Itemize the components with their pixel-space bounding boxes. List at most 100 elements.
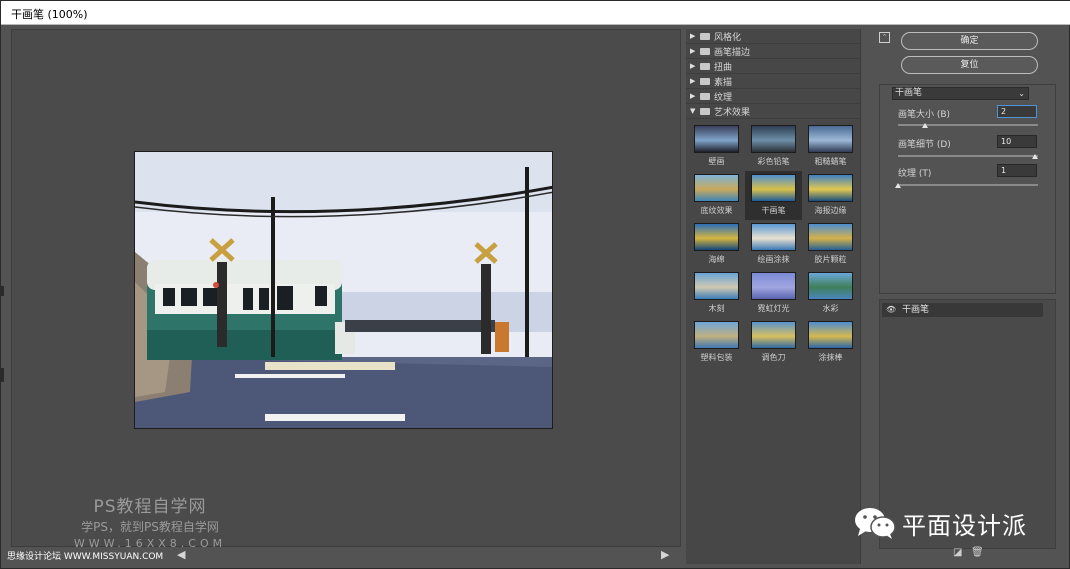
category-stylize[interactable]: ▶ 风格化 <box>686 29 860 44</box>
watermark-line2: 学PS，就到PS教程自学网 <box>81 520 219 534</box>
filter-preview-image <box>694 174 739 202</box>
filter-select-value: 干画笔 <box>895 88 923 98</box>
filter-gallery-window: 干画笔 (100%) PS教程自学网 学PS，就到PS教程自学网 WWW.16X… <box>0 0 1070 569</box>
expand-arrow-icon: ▶ <box>690 77 696 85</box>
filter-thumbnail[interactable]: 塑料包装 <box>688 318 745 367</box>
category-label: 纹理 <box>714 92 733 103</box>
texture-input[interactable]: 1 <box>997 164 1037 177</box>
texture-label: 纹理 (T) <box>898 169 932 179</box>
texture-slider[interactable] <box>895 183 1038 188</box>
filter-thumbnail[interactable]: 胶片颗粒 <box>802 220 859 269</box>
ok-button[interactable]: 确定 <box>901 32 1038 50</box>
filter-preview-image <box>751 174 796 202</box>
eye-icon[interactable]: 👁 <box>886 303 896 317</box>
brush-detail-input[interactable]: 10 <box>997 135 1037 148</box>
bottom-credit: 思缘设计论坛 WWW.MISSYUAN.COM <box>7 552 164 562</box>
effect-layer-name: 干画笔 <box>902 305 930 315</box>
category-texture[interactable]: ▶ 纹理 <box>686 89 860 104</box>
folder-icon <box>700 77 710 85</box>
wechat-brand: 平面设计派 <box>854 503 1027 543</box>
effect-layer[interactable]: 👁 干画笔 <box>882 303 1043 317</box>
category-label: 艺术效果 <box>714 107 751 118</box>
slider-knob[interactable] <box>922 123 929 128</box>
delete-effect-layer-icon[interactable]: 🗑 <box>971 547 984 558</box>
expand-arrow-icon: ▶ <box>690 62 696 70</box>
filter-thumbnail[interactable]: 粗糙蜡笔 <box>802 122 859 171</box>
category-brush-strokes[interactable]: ▶ 画笔描边 <box>686 44 860 59</box>
filter-thumbnail[interactable]: 壁画 <box>688 122 745 171</box>
filter-thumbnail[interactable]: 水彩 <box>802 269 859 318</box>
filter-preview-image <box>694 272 739 300</box>
filter-thumbnail[interactable]: 彩色铅笔 <box>745 122 802 171</box>
slider-knob[interactable] <box>1032 154 1038 159</box>
title-bar: 干画笔 (100%) <box>1 1 1070 25</box>
brush-detail-label: 画笔细节 (D) <box>898 140 951 150</box>
filter-preview-image <box>808 174 853 202</box>
filter-label: 壁画 <box>708 157 725 166</box>
filter-thumbnail[interactable]: 调色刀 <box>745 318 802 367</box>
filter-label: 海绵 <box>708 255 725 264</box>
wechat-icon <box>855 508 896 539</box>
expand-arrow-icon: ▶ <box>690 32 696 40</box>
chevron-down-icon: ⌄ <box>1018 89 1025 98</box>
wechat-brand-text: 平面设计派 <box>902 511 1027 540</box>
preview-area[interactable]: PS教程自学网 学PS，就到PS教程自学网 WWW.16XX8.COM <box>11 29 681 550</box>
folder-icon <box>700 92 710 100</box>
folder-icon <box>700 32 710 40</box>
open-folder-icon <box>700 107 710 115</box>
brush-size-slider[interactable] <box>898 123 1038 128</box>
filter-thumbnail[interactable]: 海绵 <box>688 220 745 269</box>
filter-preview-image <box>751 272 796 300</box>
filter-label: 绘画涂抹 <box>757 255 790 264</box>
filter-label: 海报边缘 <box>814 206 847 215</box>
filter-preview-image <box>694 125 739 153</box>
filter-thumbnail[interactable]: 绘画涂抹 <box>745 220 802 269</box>
filter-label: 粗糙蜡笔 <box>814 157 847 166</box>
filter-thumbnail[interactable]: 霓虹灯光 <box>745 269 802 318</box>
filter-thumbnail[interactable]: 底纹效果 <box>688 171 745 220</box>
scroll-right-icon[interactable]: ▶ <box>661 548 669 561</box>
brush-size-input[interactable]: 2 <box>997 105 1037 118</box>
window-title: 干画笔 (100%) <box>11 8 88 21</box>
filter-gallery: ▶ 风格化 ▶ 画笔描边 ▶ 扭曲 ▶ 素描 ▶ 纹理 ▼ 艺术效果 壁画 彩色铅笔 粗糙蜡笔底… <box>686 29 861 564</box>
brush-detail-slider[interactable] <box>898 154 1038 159</box>
filter-thumbnail[interactable]: 海报边缘 <box>802 171 859 220</box>
filter-label: 彩色铅笔 <box>757 157 790 166</box>
filter-label: 木刻 <box>708 304 725 313</box>
watermark-line1: PS教程自学网 <box>93 497 207 517</box>
filter-label: 干画笔 <box>761 206 786 215</box>
train-crossing-image <box>135 152 552 428</box>
brush-size-label: 画笔大小 (B) <box>898 110 951 120</box>
reset-button[interactable]: 复位 <box>901 56 1038 74</box>
folder-icon <box>700 47 710 55</box>
window-edge-mark <box>1 286 4 296</box>
filter-thumbnail-grid: 壁画 彩色铅笔 粗糙蜡笔底纹效果 干画笔 海报边缘海绵 绘画涂抹 胶片颗粒木刻 霓虹灯光 水彩塑… <box>686 119 860 367</box>
slider-knob[interactable] <box>895 183 901 188</box>
filter-select[interactable]: 干画笔 ⌄ <box>892 87 1029 100</box>
filter-thumbnail[interactable]: 木刻 <box>688 269 745 318</box>
scroll-left-icon[interactable]: ◀ <box>177 548 185 561</box>
collapse-arrow-icon: ▼ <box>690 107 696 115</box>
filter-preview-image <box>751 321 796 349</box>
category-distort[interactable]: ▶ 扭曲 <box>686 59 860 74</box>
expand-arrow-icon: ▶ <box>690 92 696 100</box>
category-label: 画笔描边 <box>714 47 751 58</box>
filter-preview-image <box>808 321 853 349</box>
filter-preview-image <box>808 272 853 300</box>
category-label: 扭曲 <box>714 62 733 73</box>
new-effect-layer-icon[interactable]: ◪ <box>953 547 962 558</box>
filter-preview-image <box>751 223 796 251</box>
category-label: 素描 <box>714 77 733 88</box>
filter-label: 胶片颗粒 <box>814 255 847 264</box>
filter-label: 霓虹灯光 <box>757 304 790 313</box>
filter-thumbnail[interactable]: 干画笔 <box>745 171 802 220</box>
category-sketch[interactable]: ▶ 素描 <box>686 74 860 89</box>
category-artistic[interactable]: ▼ 艺术效果 <box>686 104 860 119</box>
category-label: 风格化 <box>714 32 742 43</box>
filter-preview-image <box>694 321 739 349</box>
filter-thumbnail[interactable]: 涂抹棒 <box>802 318 859 367</box>
filter-preview-image <box>694 223 739 251</box>
filter-settings: 干画笔 ⌄ 画笔大小 (B) 2 画笔细节 (D) 10 纹理 (T) 1 <box>879 84 1056 294</box>
expand-arrow-icon: ▶ <box>690 47 696 55</box>
collapse-gallery-icon[interactable]: ⌃ <box>879 32 890 43</box>
